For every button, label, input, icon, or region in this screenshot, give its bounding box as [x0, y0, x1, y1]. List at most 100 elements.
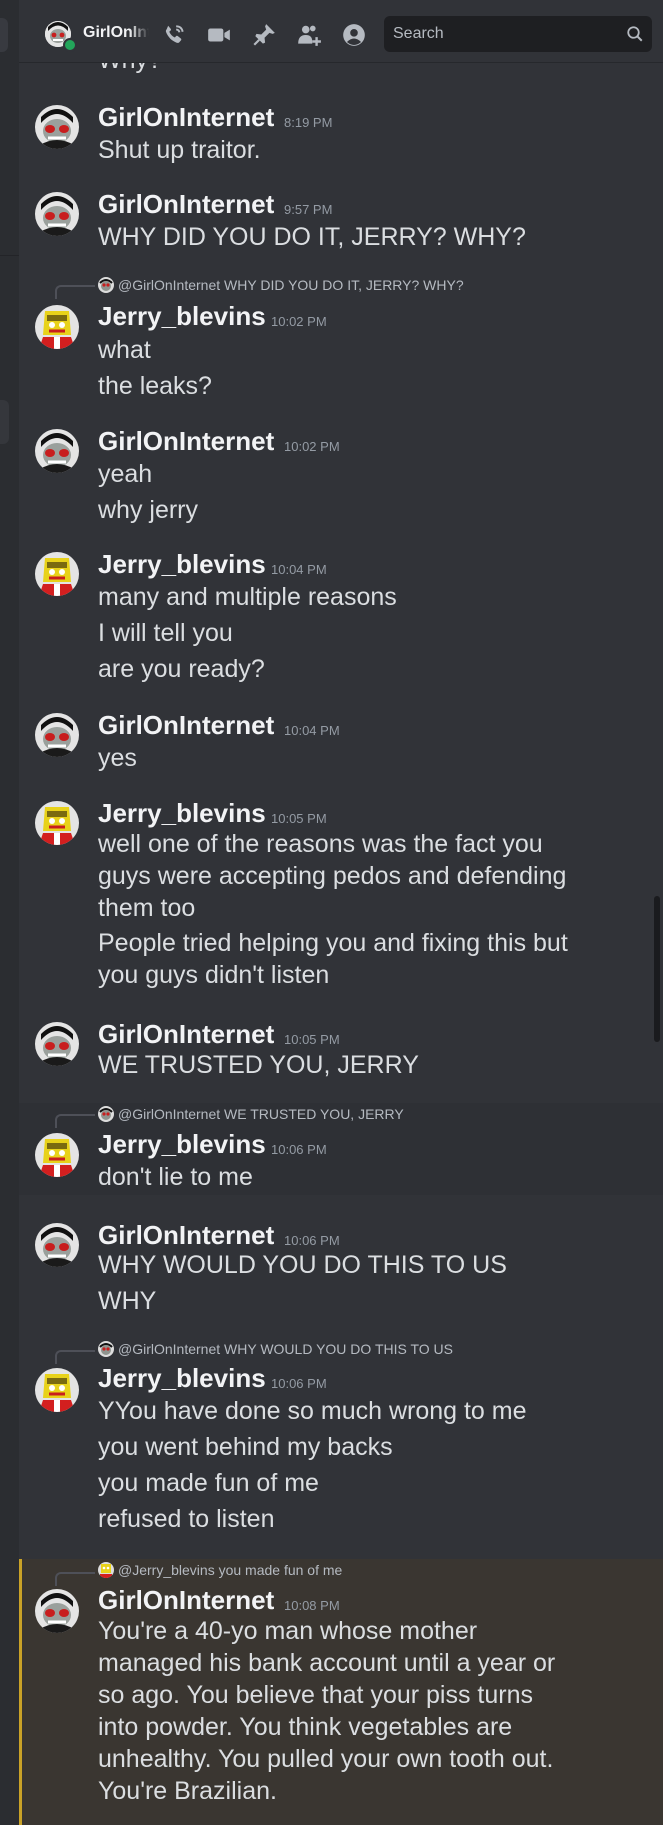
avatar-girlonInternet[interactable] [35, 1589, 79, 1633]
message-text: are you ready? [98, 655, 265, 683]
timestamp: 10:06 PM [271, 1376, 327, 1391]
message-text: you guys didn't listen [98, 961, 330, 989]
reply-text: WHY DID YOU DO IT, JERRY? WHY? [224, 277, 464, 293]
timestamp: 8:19 PM [284, 115, 333, 130]
author-name[interactable]: GirlOnInternet [98, 102, 274, 133]
reply-avatar-icon [98, 1106, 114, 1122]
avatar-girlonInternet[interactable] [35, 192, 79, 236]
author-name[interactable]: GirlOnInternet [98, 1019, 274, 1050]
message-reply: @GirlOnInternet WHY WOULD YOU DO THIS TO… [19, 1340, 663, 1540]
message-text: many and multiple reasons [98, 583, 397, 611]
timestamp: 10:06 PM [271, 1142, 327, 1157]
message: GirlOnInternet 10:04 PM yes [19, 704, 663, 780]
message-text: so ago. You believe that your piss turns [98, 1681, 534, 1709]
reply-preview[interactable]: @GirlOnInternet WHY WOULD YOU DO THIS TO… [98, 1341, 453, 1357]
search-icon[interactable] [626, 25, 644, 43]
message-text: You're a 40-yo man whose mother [98, 1617, 478, 1645]
message-reply: @GirlOnInternet WHY DID YOU DO IT, JERRY… [19, 273, 663, 408]
avatar-girlonInternet[interactable] [35, 1223, 79, 1267]
avatar-jerry-blevins[interactable] [35, 305, 79, 349]
message-text: WE TRUSTED YOU, JERRY [98, 1051, 419, 1079]
reply-preview[interactable]: @GirlOnInternet WHY DID YOU DO IT, JERRY… [98, 277, 464, 293]
message-text: yeah [98, 460, 153, 488]
timestamp: 10:04 PM [271, 562, 327, 577]
reply-mention[interactable]: @GirlOnInternet [118, 1106, 220, 1122]
message-text: I will tell you [98, 619, 233, 647]
reply-preview[interactable]: @Jerry_blevins you made fun of me [98, 1562, 342, 1578]
message-text: don't lie to me [98, 1163, 253, 1191]
author-name[interactable]: Jerry_blevins [98, 1363, 266, 1394]
reply-connector [55, 285, 95, 299]
message-text: managed his bank account until a year or [98, 1649, 556, 1677]
message-text: you went behind my backs [98, 1433, 393, 1461]
message-text: well one of the reasons was the fact you [98, 830, 543, 858]
message: GirlOnInternet 10:05 PM WE TRUSTED YOU, … [19, 1013, 663, 1103]
message-text: People tried helping you and fixing this… [98, 929, 568, 957]
message: Jerry_blevins 10:05 PM well one of the r… [19, 792, 663, 1002]
pin-icon[interactable] [251, 22, 277, 48]
author-name[interactable]: GirlOnInternet [98, 1220, 274, 1251]
sidebar-item-partial[interactable] [0, 18, 8, 52]
channel-title[interactable]: GirlOnInternet [83, 24, 149, 42]
avatar-girlonInternet[interactable] [35, 105, 79, 149]
server-sidebar-edge [0, 0, 19, 1825]
timestamp: 9:57 PM [284, 202, 333, 217]
phone-call-icon[interactable] [161, 22, 187, 48]
avatar-jerry-blevins[interactable] [35, 1368, 79, 1412]
message-text: into powder. You think vegetables are [98, 1713, 513, 1741]
message: GirlOnInternet 8:19 PM Shut up traitor. [19, 96, 663, 170]
message-text: YYou have done so much wrong to me [98, 1397, 527, 1425]
online-status-indicator [63, 38, 77, 52]
avatar-jerry-blevins[interactable] [35, 801, 79, 845]
message: GirlOnInternet 10:02 PM yeah why jerry [19, 420, 663, 530]
timestamp: 10:02 PM [271, 314, 327, 329]
scrollbar[interactable] [653, 62, 661, 1825]
message: Jerry_blevins 10:04 PM many and multiple… [19, 543, 663, 691]
reply-text: WE TRUSTED YOU, JERRY [224, 1106, 404, 1122]
message-text: you made fun of me [98, 1469, 319, 1497]
reply-mention[interactable]: @GirlOnInternet [118, 1341, 220, 1357]
reply-text: you made fun of me [218, 1562, 343, 1578]
message-text: WHY WOULD YOU DO THIS TO US [98, 1251, 507, 1279]
author-name[interactable]: GirlOnInternet [98, 710, 274, 741]
reply-avatar-icon [98, 1341, 114, 1357]
author-name[interactable]: Jerry_blevins [98, 549, 266, 580]
message: GirlOnInternet 9:57 PM WHY DID YOU DO IT… [19, 183, 663, 257]
author-name[interactable]: GirlOnInternet [98, 189, 274, 220]
author-name[interactable]: Jerry_blevins [98, 301, 266, 332]
author-name[interactable]: GirlOnInternet [98, 1585, 274, 1616]
timestamp: 10:06 PM [284, 1233, 340, 1248]
timestamp: 10:05 PM [271, 811, 327, 826]
message-text: yes [98, 744, 137, 772]
avatar-girlonInternet[interactable] [35, 1022, 79, 1066]
sidebar-item-partial-selected[interactable] [0, 400, 9, 444]
avatar-jerry-blevins[interactable] [35, 1133, 79, 1177]
reply-mention[interactable]: @Jerry_blevins [118, 1562, 215, 1578]
message-text: WHY DID YOU DO IT, JERRY? WHY? [98, 223, 526, 251]
timestamp: 10:08 PM [284, 1598, 340, 1613]
avatar-jerry-blevins[interactable] [35, 552, 79, 596]
author-name[interactable]: Jerry_blevins [98, 1129, 266, 1160]
scrollbar-thumb[interactable] [654, 896, 660, 1042]
message-text: them too [98, 894, 196, 922]
author-name[interactable]: GirlOnInternet [98, 426, 274, 457]
profile-icon[interactable] [341, 22, 367, 48]
message-text: why jerry [98, 496, 199, 524]
video-call-icon[interactable] [206, 22, 232, 48]
message: GirlOnInternet 10:06 PM WHY WOULD YOU DO… [19, 1214, 663, 1324]
avatar-girlonInternet[interactable] [35, 429, 79, 473]
search-bar[interactable] [384, 16, 652, 52]
author-name[interactable]: Jerry_blevins [98, 798, 266, 829]
reply-mention[interactable]: @GirlOnInternet [118, 277, 220, 293]
reply-preview[interactable]: @GirlOnInternet WE TRUSTED YOU, JERRY [98, 1106, 404, 1122]
search-input[interactable] [384, 16, 613, 52]
message-mention-highlight: @Jerry_blevins you made fun of me GirlOn… [19, 1559, 663, 1825]
message-text: You're Brazilian. [98, 1777, 277, 1805]
message-text: guys were accepting pedos and defending [98, 862, 567, 890]
add-member-icon[interactable] [296, 22, 322, 48]
message-text: Shut up traitor. [98, 136, 261, 164]
reply-connector [55, 1572, 95, 1586]
reply-text: WHY WOULD YOU DO THIS TO US [224, 1341, 453, 1357]
avatar-girlonInternet[interactable] [35, 713, 79, 757]
reply-connector [55, 1350, 95, 1364]
